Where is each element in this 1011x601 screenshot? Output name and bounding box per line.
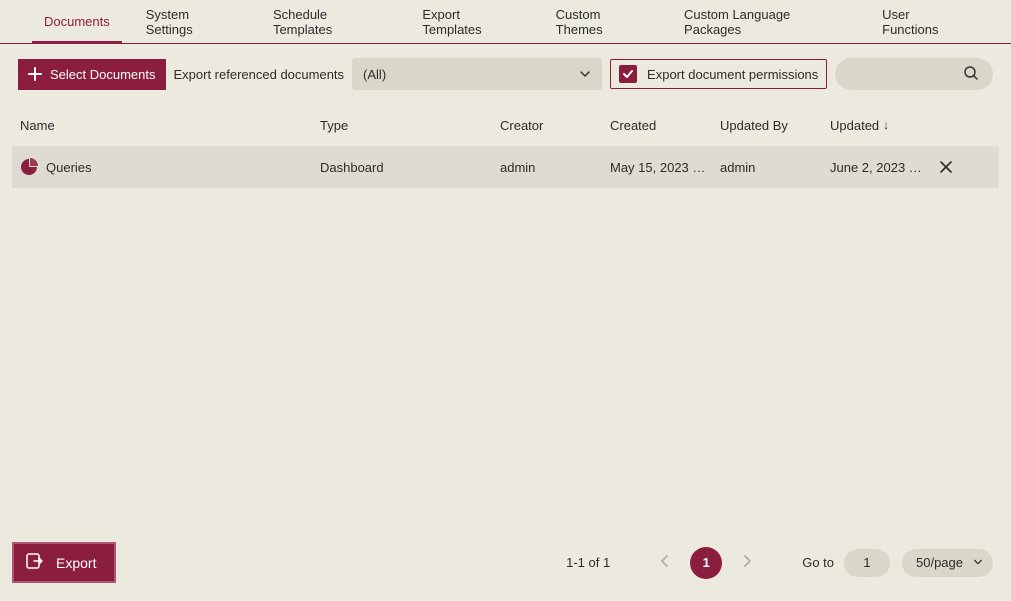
chevron-down-icon [579, 68, 591, 80]
goto-page: Go to [802, 549, 890, 577]
pager: 1 [652, 547, 760, 579]
goto-label: Go to [802, 555, 834, 570]
search-icon [963, 65, 979, 84]
chevron-down-icon [973, 555, 983, 570]
export-referenced-label: Export referenced documents [174, 67, 345, 82]
export-button[interactable]: Export [12, 542, 116, 583]
column-header-type[interactable]: Type [312, 118, 492, 133]
search-input[interactable] [835, 58, 993, 90]
export-permissions-label: Export document permissions [647, 67, 818, 82]
tab-label: Custom Language Packages [684, 7, 846, 37]
toolbar: Select Documents Export referenced docum… [0, 44, 1011, 104]
tab-documents[interactable]: Documents [44, 0, 110, 43]
cell-type: Dashboard [312, 160, 492, 175]
referenced-documents-dropdown[interactable]: (All) [352, 58, 602, 90]
page-size-dropdown[interactable]: 50/page [902, 549, 993, 577]
current-page-indicator[interactable]: 1 [690, 547, 722, 579]
table-row[interactable]: Queries Dashboard admin May 15, 2023 … a… [12, 146, 999, 188]
goto-page-input[interactable] [844, 549, 890, 577]
cell-name: Queries [46, 160, 92, 175]
cell-updated: June 2, 2023 1… [822, 160, 922, 175]
plus-icon [28, 67, 42, 81]
export-icon [26, 552, 44, 573]
dropdown-value: (All) [363, 67, 386, 82]
documents-table: Name Type Creator Created Updated By Upd… [0, 104, 1011, 530]
column-header-creator[interactable]: Creator [492, 118, 602, 133]
tab-user-functions[interactable]: User Functions [882, 0, 967, 43]
tab-bar: Documents System Settings Schedule Templ… [0, 0, 1011, 44]
column-header-created[interactable]: Created [602, 118, 712, 133]
footer: Export 1-1 of 1 1 Go to 50/pa [0, 530, 1011, 601]
column-header-updated-by[interactable]: Updated By [712, 118, 822, 133]
tab-label: User Functions [882, 7, 967, 37]
dashboard-icon [20, 158, 38, 176]
cell-created: May 15, 2023 … [602, 160, 712, 175]
table-header: Name Type Creator Created Updated By Upd… [12, 104, 999, 146]
column-header-updated[interactable]: Updated ↓ [822, 118, 922, 133]
tab-export-templates[interactable]: Export Templates [422, 0, 519, 43]
cell-updated-by: admin [712, 160, 822, 175]
select-documents-button[interactable]: Select Documents [18, 59, 166, 90]
next-page-button[interactable] [734, 550, 760, 576]
tab-label: Custom Themes [556, 7, 648, 37]
tab-label: Export Templates [422, 7, 519, 37]
sort-desc-icon: ↓ [883, 118, 889, 132]
tab-system-settings[interactable]: System Settings [146, 0, 237, 43]
tab-label: Schedule Templates [273, 7, 386, 37]
select-documents-label: Select Documents [50, 67, 156, 82]
remove-row-button[interactable] [922, 160, 962, 174]
page-info: 1-1 of 1 [566, 555, 610, 570]
column-header-name[interactable]: Name [12, 118, 312, 133]
tab-schedule-templates[interactable]: Schedule Templates [273, 0, 386, 43]
export-permissions-option[interactable]: Export document permissions [610, 59, 827, 89]
cell-creator: admin [492, 160, 602, 175]
page-size-label: 50/page [916, 555, 963, 570]
prev-page-button[interactable] [652, 550, 678, 576]
checkbox-checked-icon [619, 65, 637, 83]
chevron-left-icon [660, 555, 670, 570]
tab-custom-themes[interactable]: Custom Themes [556, 0, 648, 43]
tab-label: System Settings [146, 7, 237, 37]
tab-label: Documents [44, 14, 110, 29]
export-label: Export [56, 555, 96, 571]
chevron-right-icon [742, 555, 752, 570]
tab-custom-language-packages[interactable]: Custom Language Packages [684, 0, 846, 43]
